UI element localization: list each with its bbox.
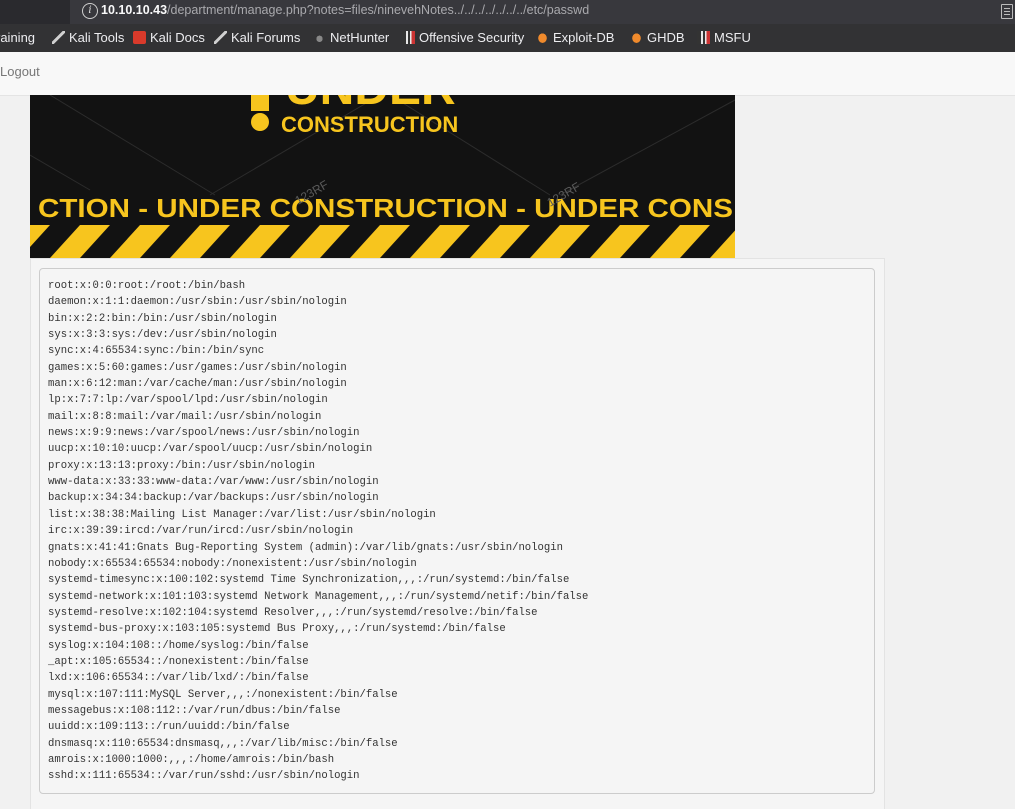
exclamation-bar (251, 95, 269, 111)
url-host: 10.10.10.43 (101, 3, 168, 17)
passwd-line: nobody:x:65534:65534:nobody:/nonexistent… (48, 557, 417, 570)
url-path: /department/manage.php?notes=files/ninev… (167, 3, 590, 17)
exploit-db-icon (536, 31, 549, 44)
passwd-line: systemd-bus-proxy:x:103:105:systemd Bus … (48, 623, 506, 636)
passwd-line: messagebus:x:108:112::/var/run/dbus:/bin… (48, 704, 341, 717)
reader-view-icon[interactable] (1001, 4, 1013, 19)
nethunter-icon (313, 31, 326, 44)
passwd-line: lxd:x:106:65534::/var/lib/lxd/:/bin/fals… (48, 672, 309, 685)
offsec-icon (697, 31, 710, 44)
passwd-line: man:x:6:12:man:/var/cache/man:/usr/sbin/… (48, 378, 347, 391)
page-navbar: Logout (0, 52, 1015, 96)
logout-link[interactable]: Logout (0, 64, 40, 79)
bookmark-ghdb[interactable]: GHDB (630, 30, 685, 46)
browser-url-bar: i 10.10.10.43/department/manage.php?note… (0, 0, 1015, 24)
passwd-line: systemd-timesync:x:100:102:systemd Time … (48, 574, 570, 587)
passwd-line: _apt:x:105:65534::/nonexistent:/bin/fals… (48, 655, 309, 668)
offsec-icon (402, 31, 415, 44)
bookmark-label: MSFU (714, 30, 751, 45)
bookmark-label: Kali Forums (231, 30, 301, 45)
passwd-line: backup:x:34:34:backup:/var/backups:/usr/… (48, 492, 379, 505)
bookmark-label: GHDB (647, 30, 685, 45)
address-text[interactable]: 10.10.10.43/department/manage.php?notes=… (101, 3, 589, 17)
bookmark-msfu[interactable]: MSFU (697, 30, 751, 46)
bookmark-label: raining (0, 30, 36, 45)
passwd-line: daemon:x:1:1:daemon:/usr/sbin:/usr/sbin/… (48, 296, 347, 309)
passwd-line: games:x:5:60:games:/usr/games:/usr/sbin/… (48, 361, 347, 374)
passwd-line: amrois:x:1000:1000:,,,:/home/amrois:/bin… (48, 753, 335, 766)
passwd-line: dnsmasq:x:110:65534:dnsmasq,,,:/var/lib/… (48, 737, 398, 750)
passwd-line: gnats:x:41:41:Gnats Bug-Reporting System… (48, 541, 563, 554)
banner-ribbon-text: CTION - UNDER CONSTRUCTION - UNDER CONS (38, 193, 733, 223)
bookmark-training[interactable]: raining (0, 30, 35, 46)
bookmarks-toolbar: raining Kali Tools Kali Docs Kali Forums… (0, 24, 1015, 52)
bookmark-label: Kali Tools (69, 30, 125, 45)
passwd-line: irc:x:39:39:ircd:/var/run/ircd:/usr/sbin… (48, 525, 354, 538)
passwd-line: list:x:38:38:Mailing List Manager:/var/l… (48, 508, 436, 521)
passwd-line: uucp:x:10:10:uucp:/var/spool/uucp:/usr/s… (48, 443, 373, 456)
passwd-line: mysql:x:107:111:MySQL Server,,,:/nonexis… (48, 688, 398, 701)
exclamation-dot (251, 113, 269, 131)
passwd-line: syslog:x:104:108::/home/syslog:/bin/fals… (48, 639, 309, 652)
bookmark-kali-docs[interactable]: Kali Docs (133, 30, 205, 46)
bookmark-nethunter[interactable]: NetHunter (313, 30, 389, 46)
passwd-line: root:x:0:0:root:/root:/bin/bash (48, 280, 246, 292)
hazard-tape (30, 225, 735, 258)
passwd-output: root:x:0:0:root:/root:/bin/bash daemon:x… (39, 268, 875, 794)
passwd-line: sshd:x:111:65534::/var/run/sshd:/usr/sbi… (48, 770, 360, 783)
passwd-line: uuidd:x:109:113::/run/uuidd:/bin/false (48, 721, 290, 734)
passwd-lines: root:x:0:0:root:/root:/bin/bash daemon:x… (48, 278, 588, 785)
exploit-db-icon (630, 31, 643, 44)
passwd-line: sync:x:4:65534:sync:/bin:/bin/sync (48, 345, 265, 358)
kali-dragon-icon (214, 31, 227, 44)
banner-graphic: UNDER CONSTRUCTION CTION - UNDER CONSTRU… (30, 95, 735, 258)
bookmark-label: Kali Docs (150, 30, 205, 45)
passwd-line: systemd-network:x:101:103:systemd Networ… (48, 590, 589, 603)
passwd-line: www-data:x:33:33:www-data:/var/www:/usr/… (48, 476, 379, 489)
bookmark-offensive-security[interactable]: Offensive Security (402, 30, 524, 46)
bookmark-kali-tools[interactable]: Kali Tools (52, 30, 124, 46)
passwd-line: mail:x:8:8:mail:/var/mail:/usr/sbin/nolo… (48, 410, 322, 423)
passwd-line: systemd-resolve:x:102:104:systemd Resolv… (48, 606, 538, 619)
kali-docs-icon (133, 31, 146, 44)
banner-construction-text: CONSTRUCTION (281, 112, 458, 137)
bookmark-label: Exploit-DB (553, 30, 615, 45)
passwd-line: news:x:9:9:news:/var/spool/news:/usr/sbi… (48, 427, 360, 440)
passwd-line: sys:x:3:3:sys:/dev:/usr/sbin/nologin (48, 329, 277, 342)
site-info-icon[interactable]: i (82, 3, 98, 19)
bookmark-exploit-db[interactable]: Exploit-DB (536, 30, 614, 46)
passwd-line: bin:x:2:2:bin:/bin:/usr/sbin/nologin (48, 312, 277, 325)
passwd-line: lp:x:7:7:lp:/var/spool/lpd:/usr/sbin/nol… (48, 394, 328, 407)
kali-dragon-icon (52, 31, 65, 44)
bookmark-label: NetHunter (330, 30, 390, 45)
under-construction-banner: UNDER CONSTRUCTION CTION - UNDER CONSTRU… (30, 95, 735, 258)
passwd-line: proxy:x:13:13:proxy:/bin:/usr/sbin/nolog… (48, 459, 316, 472)
bookmark-kali-forums[interactable]: Kali Forums (214, 30, 300, 46)
bookmark-label: Offensive Security (419, 30, 525, 45)
